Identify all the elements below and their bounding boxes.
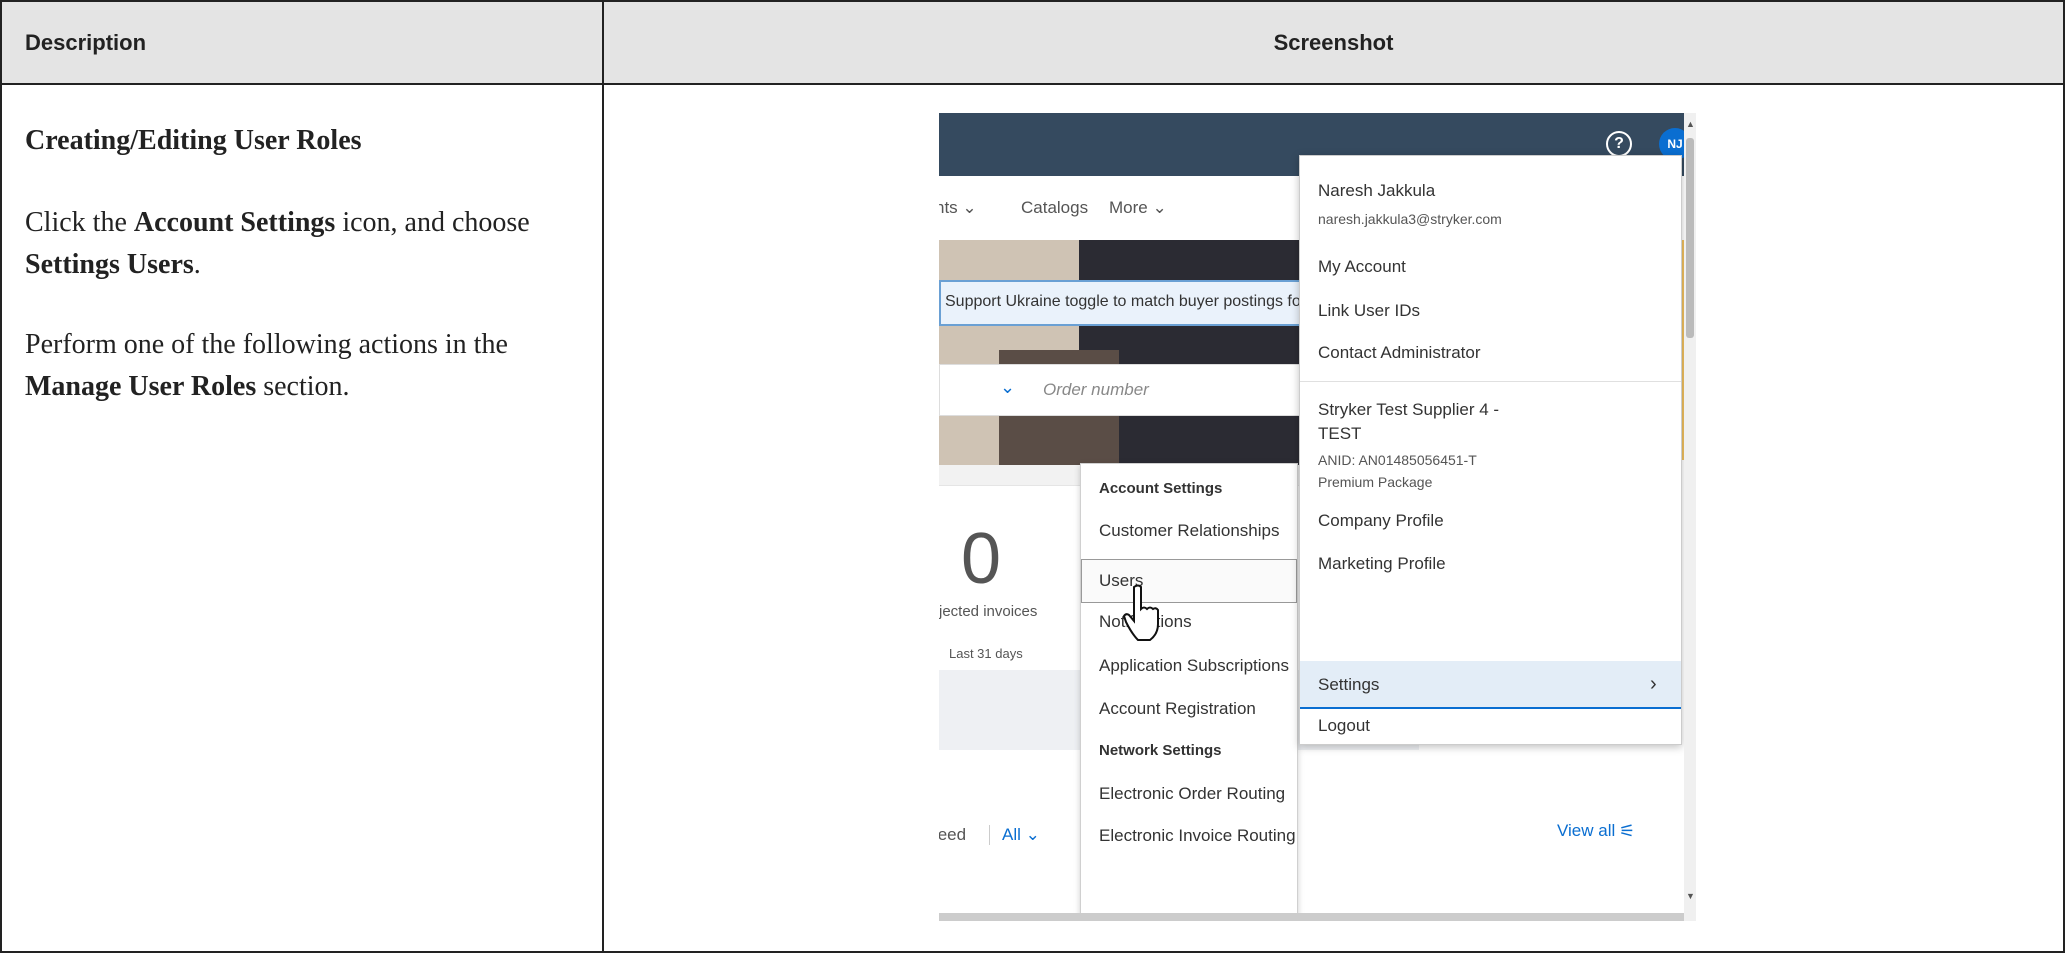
description-column-header: Description [25,30,147,55]
user-email: naresh.jakkula3@stryker.com [1318,211,1502,227]
step-title: Creating/Editing User Roles [25,125,362,156]
settings-submenu: Account Settings Customer Relationships … [1080,463,1298,921]
nav-item-catalogs[interactable]: Catalogs [1021,198,1088,218]
company-package: Premium Package [1318,474,1433,490]
tile-count: 0 [961,519,1002,599]
account-settings-menu: Naresh Jakkula naresh.jakkula3@stryker.c… [1299,155,1682,745]
description-cell: Creating/Editing User Roles Click the Ac… [25,120,585,446]
submenu-item-customer-relationships[interactable]: Customer Relationships [1099,521,1279,541]
column-divider [602,2,604,953]
table-header: Description Screenshot [2,2,2063,85]
horizontal-scrollbar[interactable] [939,913,1684,921]
nav-item-documents[interactable]: nts ⌄ [939,198,977,218]
tile-period: Last 31 days [949,646,1023,661]
feed-filter-dropdown[interactable]: All ⌄ [989,825,1040,845]
scroll-up-icon[interactable]: ▲ [1686,119,1695,129]
filter-settings-icon[interactable]: ⚟ [1619,821,1635,842]
step-instruction-1: Click the Account Settings icon, and cho… [25,207,530,280]
view-all-link[interactable]: View all [1557,821,1615,841]
menu-item-logout[interactable]: Logout [1318,716,1370,736]
vertical-scrollbar[interactable]: ▲ ▼ [1684,113,1696,921]
screenshot-image: ? NJ nts ⌄ Catalogs More ⌄ Support Ukrai… [939,113,1696,921]
screenshot-column-header: Screenshot [1273,30,1394,55]
order-search-input[interactable]: ⌄ Order number [939,364,1336,416]
company-name: Stryker Test Supplier 4 - [1318,400,1500,419]
tile-label: jected invoices [939,603,1038,620]
menu-item-settings-label: Settings [1318,675,1380,694]
scrollbar-thumb[interactable] [1686,138,1694,338]
menu-item-company-profile[interactable]: Company Profile [1318,511,1444,531]
chevron-right-icon: › [1650,673,1657,695]
user-name: Naresh Jakkula [1318,181,1436,200]
scroll-down-icon[interactable]: ▼ [1686,891,1695,901]
nav-item-more[interactable]: More ⌄ [1109,198,1167,218]
company-anid: ANID: AN01485056451-T [1318,452,1477,468]
submenu-header-account-settings: Account Settings [1099,480,1223,497]
menu-item-link-user-ids[interactable]: Link User IDs [1318,301,1420,321]
feed-label: feed [939,825,967,844]
menu-item-my-account[interactable]: My Account [1318,257,1406,277]
help-icon[interactable]: ? [1606,131,1632,157]
company-name-line2: TEST [1318,424,1362,443]
step-instruction-2: Perform one of the following actions in … [25,329,508,402]
menu-item-marketing-profile[interactable]: Marketing Profile [1318,554,1446,574]
chevron-down-icon[interactable]: ⌄ [1000,377,1015,398]
submenu-item-account-registration[interactable]: Account Registration [1099,699,1256,719]
submenu-header-network-settings: Network Settings [1099,742,1222,759]
submenu-item-electronic-order-routing[interactable]: Electronic Order Routing [1099,784,1285,804]
submenu-item-application-subscriptions[interactable]: Application Subscriptions [1099,656,1289,676]
menu-item-contact-administrator[interactable]: Contact Administrator [1318,343,1481,363]
submenu-item-electronic-invoice-routing[interactable]: Electronic Invoice Routing [1099,826,1296,846]
hand-cursor-icon [1122,584,1159,641]
instruction-table: Description Screenshot Creating/Editing … [0,0,2065,953]
order-number-placeholder: Order number [1043,380,1149,399]
